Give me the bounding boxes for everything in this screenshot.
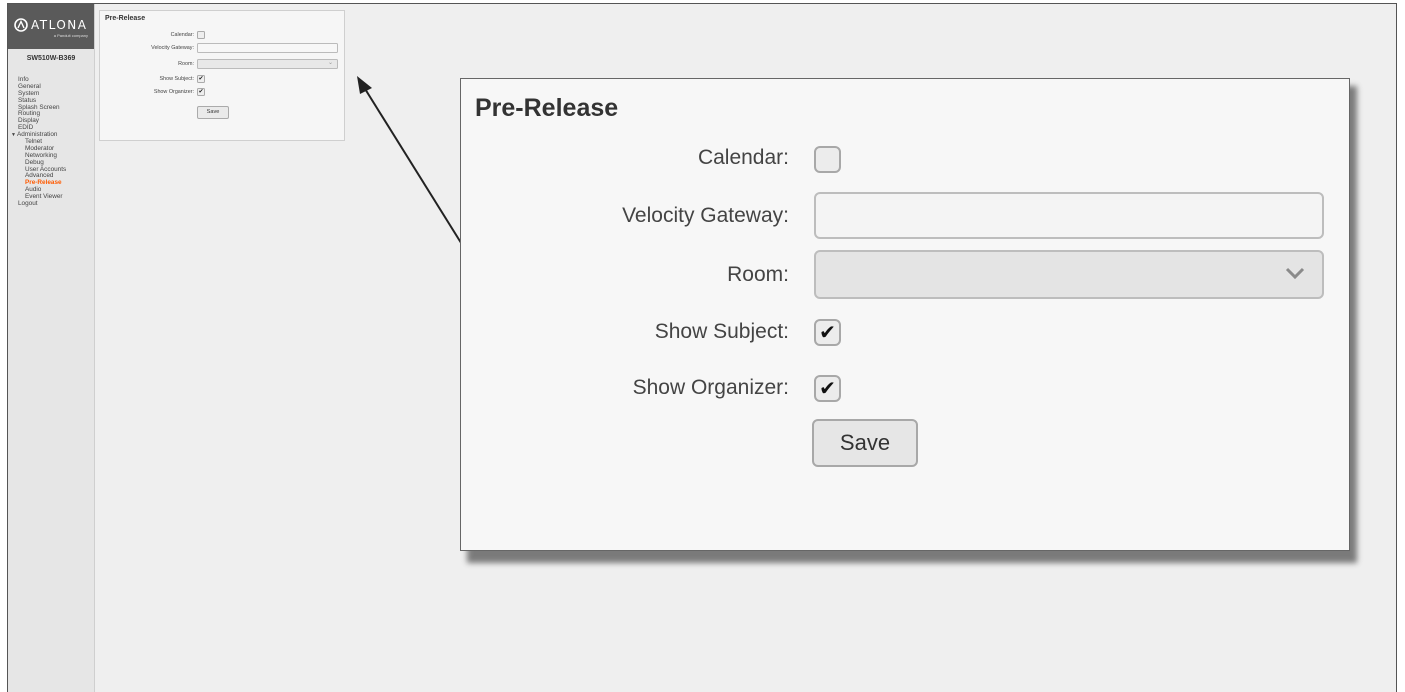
room-label-small: Room:: [178, 61, 194, 67]
pre-release-panel-zoomed: Pre-Release Calendar: Velocity Gateway: …: [460, 78, 1350, 551]
logo-bar: ATLONA a Panduit company: [8, 4, 94, 49]
sidebar-item-administration[interactable]: ▼Administration: [8, 131, 94, 139]
panel-title: Pre-Release: [475, 94, 619, 122]
pre-release-panel-small: Pre-Release Calendar: Velocity Gateway: …: [99, 10, 345, 141]
sidebar-nav: Info General System Status Splash Screen…: [8, 76, 94, 208]
sidebar-item-pre-release[interactable]: Pre-Release: [8, 179, 94, 187]
show-subject-checkbox[interactable]: ✔: [814, 319, 841, 346]
panel-title-small: Pre-Release: [105, 15, 146, 22]
show-subject-checkbox-small[interactable]: ✔: [197, 75, 205, 83]
chevron-down-icon: ⌄: [327, 60, 333, 66]
sidebar: ATLONA a Panduit company SW510W-B369 Inf…: [8, 4, 95, 692]
room-label: Room:: [727, 263, 789, 286]
save-button[interactable]: Save: [812, 419, 918, 467]
show-subject-label-small: Show Subject:: [159, 76, 194, 82]
caret-down-icon: ▼: [11, 132, 16, 139]
sidebar-item-logout[interactable]: Logout: [8, 200, 94, 208]
show-organizer-label: Show Organizer:: [632, 376, 789, 399]
save-button-small[interactable]: Save: [197, 106, 229, 119]
atlona-logo-icon: [14, 18, 28, 32]
velocity-gateway-input[interactable]: [814, 192, 1324, 239]
velocity-gateway-input-small[interactable]: [197, 43, 338, 53]
show-subject-label: Show Subject:: [654, 320, 789, 343]
chevron-down-icon: [1285, 267, 1305, 280]
logo-subtitle: a Panduit company: [53, 33, 88, 38]
device-name: SW510W-B369: [26, 55, 76, 62]
show-organizer-checkbox-small[interactable]: ✔: [197, 88, 205, 96]
calendar-checkbox-small[interactable]: [197, 31, 205, 39]
calendar-label-small: Calendar:: [170, 32, 194, 38]
room-select[interactable]: [814, 250, 1324, 299]
calendar-label: Calendar:: [697, 146, 789, 169]
logo-text: ATLONA: [31, 18, 88, 32]
sidebar-item-networking[interactable]: Networking: [8, 152, 94, 160]
velocity-gateway-label: Velocity Gateway:: [622, 204, 789, 227]
velocity-gateway-label-small: Velocity Gateway:: [151, 45, 194, 51]
calendar-checkbox[interactable]: [814, 146, 841, 173]
show-organizer-label-small: Show Organizer:: [153, 89, 194, 95]
room-select-small[interactable]: ⌄: [197, 59, 338, 69]
show-organizer-checkbox[interactable]: ✔: [814, 375, 841, 402]
